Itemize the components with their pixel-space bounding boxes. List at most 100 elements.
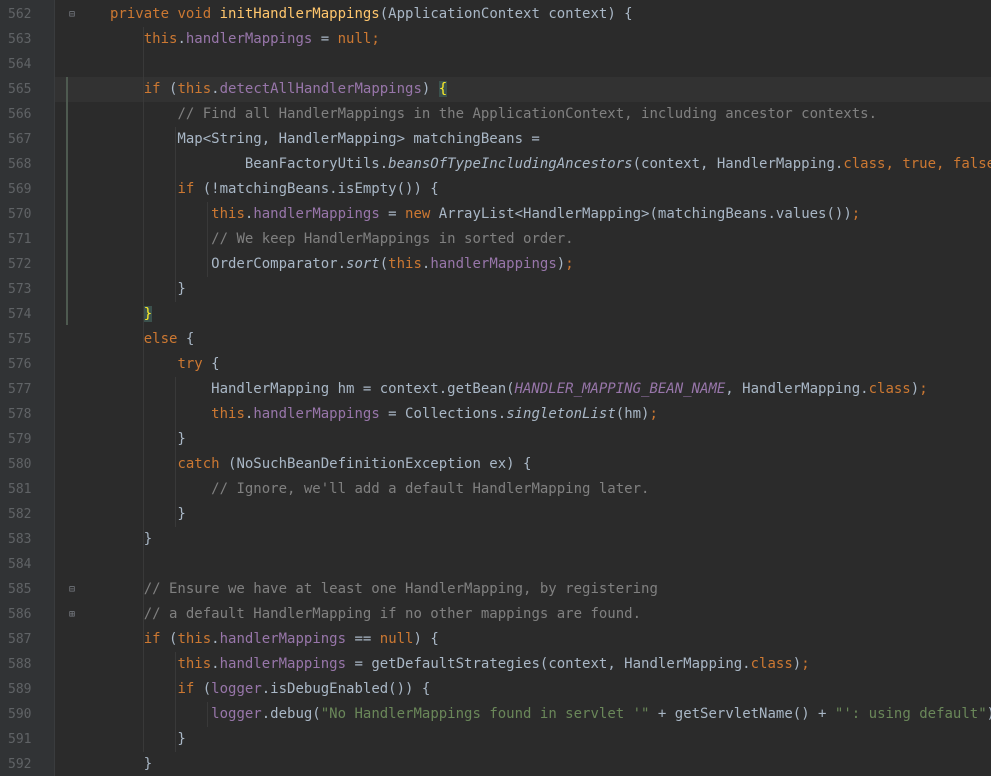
line-number[interactable]: 591 — [8, 727, 34, 752]
line-number[interactable]: 562 — [8, 2, 34, 27]
line-number[interactable]: 582 — [8, 502, 34, 527]
code-line[interactable]: } — [110, 752, 152, 776]
code-token: = — [312, 31, 338, 47]
code-line[interactable]: if (this.detectAllHandlerMappings) { — [110, 77, 448, 102]
code-line[interactable]: logger.debug("No HandlerMappings found i… — [110, 702, 991, 727]
code-line[interactable]: } — [110, 502, 186, 527]
code-line[interactable]: // Find all HandlerMappings in the Appli… — [110, 102, 877, 127]
code-token: } — [110, 431, 186, 447]
line-number[interactable]: 578 — [8, 402, 34, 427]
line-number-gutter[interactable]: 562 563 564 565 566 567 568 569 570 571 572 573 574 5… — [0, 0, 54, 776]
fold-minus-icon[interactable]: ⊟ — [67, 10, 77, 20]
code-token: HandlerMapping hm = context.getBean( — [110, 381, 515, 397]
code-line[interactable]: BeanFactoryUtils.beansOfTypeIncludingAnc… — [110, 152, 991, 177]
code-line[interactable]: // We keep HandlerMappings in sorted ord… — [110, 227, 573, 252]
line-number[interactable]: 581 — [8, 477, 34, 502]
code-token: , — [885, 156, 903, 172]
code-token: . — [211, 631, 220, 647]
code-token: handlerMappings — [253, 206, 380, 222]
code-token: if — [177, 681, 203, 697]
line-number[interactable]: 590 — [8, 702, 34, 727]
code-line[interactable]: private void initHandlerMappings(Applica… — [110, 2, 633, 27]
line-number[interactable]: 580 — [8, 452, 34, 477]
code-token: == — [346, 631, 380, 647]
line-number[interactable]: 592 — [8, 752, 34, 776]
code-token: Map<String, HandlerMapping> matchingBean… — [110, 131, 540, 147]
code-token: .debug( — [261, 706, 321, 722]
code-token: } — [110, 281, 186, 297]
code-token: } — [110, 731, 186, 747]
code-line[interactable]: } — [110, 302, 153, 327]
line-number[interactable]: 574 — [8, 302, 34, 327]
code-token: = — [379, 206, 406, 222]
code-token: this — [177, 81, 212, 97]
code-line[interactable]: OrderComparator.sort(this.handlerMapping… — [110, 252, 574, 277]
code-line[interactable]: // Ignore, we'll add a default HandlerMa… — [110, 477, 649, 502]
code-line[interactable]: HandlerMapping hm = context.getBean(HAND… — [110, 377, 927, 402]
code-line[interactable]: catch (NoSuchBeanDefinitionException ex)… — [110, 452, 531, 477]
line-number[interactable]: 563 — [8, 27, 34, 52]
code-editor[interactable]: 562 563 564 565 566 567 568 569 570 571 572 573 574 5… — [0, 0, 991, 776]
line-number[interactable]: 570 — [8, 202, 34, 227]
code-token: if — [143, 81, 170, 97]
line-number[interactable]: 572 — [8, 252, 34, 277]
code-line[interactable]: } — [110, 727, 186, 752]
code-line[interactable]: } — [110, 527, 152, 552]
code-line[interactable]: if (logger.isDebugEnabled()) { — [110, 677, 430, 702]
fold-minus-icon[interactable]: ⊟ — [67, 585, 77, 595]
code-token: catch — [177, 456, 229, 472]
fold-end-icon[interactable]: ⊞ — [67, 610, 77, 620]
code-line[interactable]: } — [110, 277, 186, 302]
line-number[interactable]: 569 — [8, 177, 34, 202]
line-number[interactable]: 585 — [8, 577, 34, 602]
line-number[interactable]: 583 — [8, 527, 34, 552]
code-token: (hm) — [615, 406, 650, 422]
line-number[interactable]: 588 — [8, 652, 34, 677]
line-number[interactable]: 568 — [8, 152, 34, 177]
code-line[interactable]: if (this.handlerMappings == null) { — [110, 627, 439, 652]
code-token: null — [379, 631, 414, 647]
line-number[interactable]: 577 — [8, 377, 34, 402]
code-line[interactable]: this.handlerMappings = getDefaultStrateg… — [110, 652, 809, 677]
code-line[interactable]: this.handlerMappings = new ArrayList<Han… — [110, 202, 860, 227]
line-number[interactable]: 587 — [8, 627, 34, 652]
line-number[interactable]: 565 — [8, 77, 34, 102]
code-line[interactable]: // Ensure we have at least one HandlerMa… — [110, 577, 658, 602]
code-token: handlerMappings — [185, 31, 313, 47]
line-number[interactable]: 571 — [8, 227, 34, 252]
code-line[interactable]: this.handlerMappings = Collections.singl… — [110, 402, 658, 427]
line-number[interactable]: 575 — [8, 327, 34, 352]
code-token: handlerMappings — [253, 406, 380, 422]
code-line[interactable]: try { — [110, 352, 219, 377]
code-token: + getServletName() + — [649, 706, 835, 722]
code-line[interactable]: Map<String, HandlerMapping> matchingBean… — [110, 127, 540, 152]
code-token: } — [143, 306, 153, 322]
line-number[interactable]: 586 — [8, 602, 34, 627]
code-token: (ApplicationContext context) { — [379, 6, 633, 22]
line-number[interactable]: 564 — [8, 52, 34, 77]
code-token: // Find all HandlerMappings in the Appli… — [177, 106, 878, 122]
code-token: initHandlerMappings — [219, 6, 380, 22]
code-line[interactable]: if (!matchingBeans.isEmpty()) { — [110, 177, 438, 202]
code-line[interactable]: // a default HandlerMapping if no other … — [110, 602, 641, 627]
line-number[interactable]: 576 — [8, 352, 34, 377]
line-number[interactable]: 567 — [8, 127, 34, 152]
line-number[interactable]: 573 — [8, 277, 34, 302]
line-number[interactable]: 579 — [8, 427, 34, 452]
line-number[interactable]: 584 — [8, 552, 34, 577]
code-line[interactable]: this.handlerMappings = null; — [110, 27, 380, 52]
code-token: } — [110, 506, 186, 522]
line-number[interactable]: 589 — [8, 677, 34, 702]
code-line[interactable]: else { — [110, 327, 195, 352]
code-token: { — [438, 81, 448, 97]
code-token: ; — [371, 31, 380, 47]
code-token: false — [952, 156, 991, 172]
code-token: ( — [202, 681, 212, 697]
line-number[interactable]: 566 — [8, 102, 34, 127]
code-token: handlerMappings — [430, 256, 557, 272]
code-line[interactable]: } — [110, 427, 186, 452]
